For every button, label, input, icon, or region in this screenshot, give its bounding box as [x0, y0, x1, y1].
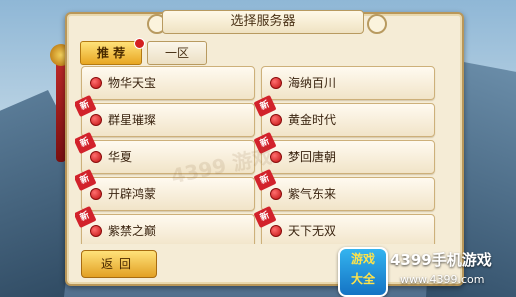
server-name: 梦回唐朝 — [288, 150, 337, 164]
server-status-dot-icon — [90, 151, 102, 163]
tab-recommended[interactable]: 推 荐 — [80, 38, 145, 65]
server-item[interactable]: 物华天宝 — [81, 66, 255, 100]
server-status-dot-icon — [270, 114, 282, 126]
dialog-title: 选择服务器 — [162, 10, 364, 34]
tab-label: 一区 — [164, 46, 189, 60]
server-name: 海纳百川 — [288, 76, 337, 90]
server-status-dot-icon — [90, 114, 102, 126]
logo-line-2: 大全 — [350, 272, 375, 286]
title-scroll-ornament-right — [367, 14, 387, 34]
notification-dot-icon — [134, 38, 145, 49]
logo-line-1: 游戏 — [350, 252, 375, 266]
server-status-dot-icon — [90, 188, 102, 200]
server-name: 紫禁之巅 — [108, 224, 157, 238]
server-name: 开辟鸿蒙 — [108, 187, 157, 201]
server-item[interactable]: 海纳百川 — [261, 66, 435, 100]
server-item[interactable]: 新群星璀璨 — [75, 94, 255, 137]
server-item[interactable]: 新天下无双 — [253, 205, 435, 244]
brand-title: 4399手机游戏 — [390, 251, 492, 269]
server-item[interactable]: 新黄金时代 — [253, 94, 435, 137]
game-site-logo-icon: 游戏 大全 — [338, 247, 388, 297]
server-item[interactable]: 新紫气东来 — [253, 168, 435, 211]
server-status-dot-icon — [270, 225, 282, 237]
server-item[interactable]: 新开辟鸿蒙 — [75, 168, 255, 211]
server-name: 紫气东来 — [288, 187, 337, 201]
server-item[interactable]: 新紫禁之巅 — [75, 205, 255, 244]
server-name: 群星璀璨 — [108, 113, 157, 127]
server-name: 物华天宝 — [108, 76, 157, 90]
brand-url: www.4399.com — [400, 273, 485, 286]
server-status-dot-icon — [90, 225, 102, 237]
server-status-dot-icon — [270, 188, 282, 200]
server-status-dot-icon — [270, 77, 282, 89]
back-button[interactable]: 返回 — [81, 250, 157, 278]
tab-zone-1[interactable]: 一区 — [147, 41, 207, 65]
site-branding: 游戏 大全 4399手机游戏 www.4399.com — [338, 247, 516, 297]
server-name: 天下无双 — [288, 224, 337, 238]
server-name: 黄金时代 — [288, 113, 337, 127]
server-item[interactable]: 新梦回唐朝 — [253, 131, 435, 174]
server-name: 华夏 — [108, 150, 133, 164]
tab-label: 推 荐 — [96, 46, 126, 60]
server-status-dot-icon — [90, 77, 102, 89]
